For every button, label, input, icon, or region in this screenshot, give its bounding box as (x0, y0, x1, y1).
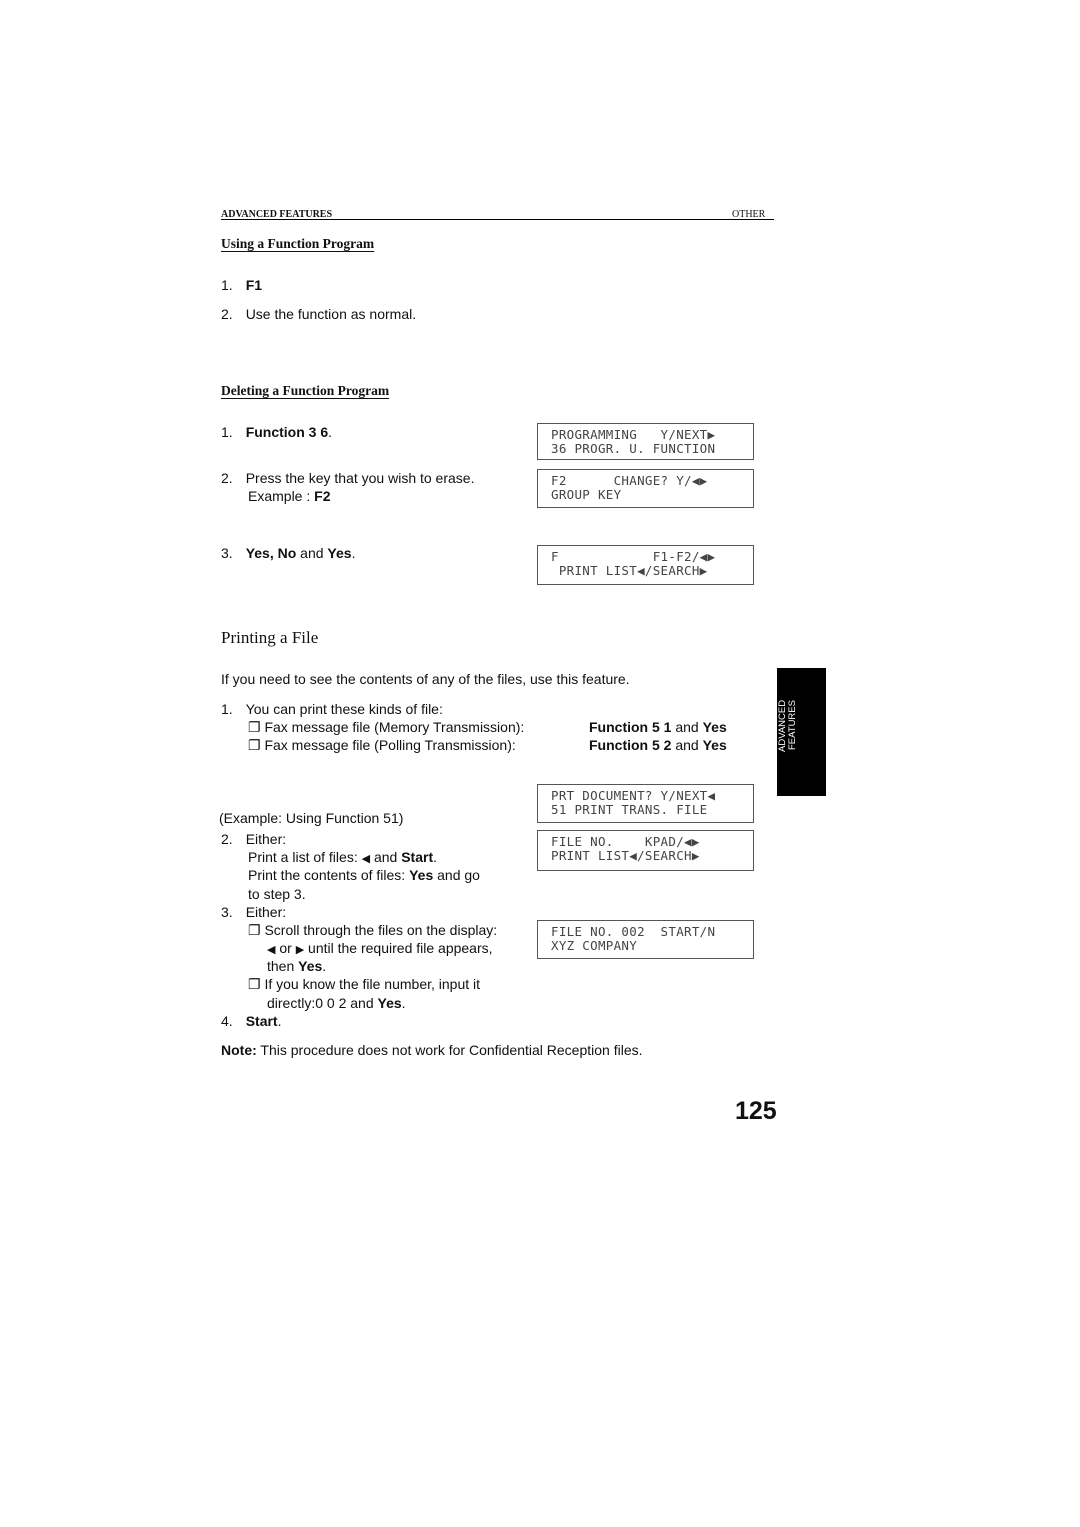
step-3-scroll: ❐ Scroll through the files on the displa… (248, 922, 498, 938)
deleting-step-2: 2. Press the key that you wish to erase. (221, 470, 475, 486)
step-2-print-list: Print a list of files: ◀ and Start. (248, 849, 437, 865)
step-3-direct: ❐ If you know the file number, input it (248, 976, 481, 992)
deleting-step-3: 3. Yes, No and Yes. (221, 545, 356, 561)
file-type-polling-keys: Function 5 2 and Yes (589, 737, 727, 753)
using-title: Using a Function Program (221, 236, 375, 251)
lcd-display: F2 CHANGE? Y/◀▶ GROUP KEY (537, 469, 754, 508)
header-chapter: OTHER (732, 209, 766, 220)
using-step-2: 2. Use the function as normal. (221, 306, 417, 322)
lcd-display: FILE NO. 002 START/N XYZ COMPANY (537, 920, 754, 959)
printing-step-4: 4. Start. (221, 1013, 282, 1029)
using-step-1: 1. F1 (221, 277, 263, 293)
step-2-continued: to step 3. (248, 886, 306, 902)
note: Note: This procedure does not work for C… (221, 1042, 643, 1058)
header-rule (221, 219, 774, 220)
printing-step-3: 3. Either: (221, 904, 287, 920)
printing-step-1: 1. You can print these kinds of file: (221, 701, 443, 717)
file-type-memory: ❐ Fax message file (Memory Transmission)… (248, 719, 525, 735)
step-3-scroll-cont: ◀ or ▶ until the required file appears, (267, 940, 493, 956)
lcd-display: F F1-F2/◀▶ PRINT LIST◀/SEARCH▶ (537, 545, 754, 585)
lcd-display: PROGRAMMING Y/NEXT▶ 36 PROGR. U. FUNCTIO… (537, 423, 754, 460)
file-type-memory-keys: Function 5 1 and Yes (589, 719, 727, 735)
file-type-polling: ❐ Fax message file (Polling Transmission… (248, 737, 516, 753)
deleting-title: Deleting a Function Program (221, 383, 390, 398)
step-3-scroll-end: then Yes. (267, 958, 327, 974)
printing-title: Printing a File (221, 628, 319, 647)
manual-page: ADVANCED FEATURES OTHER Using a Function… (0, 0, 1080, 1527)
lcd-display: PRT DOCUMENT? Y/NEXT◀ 51 PRINT TRANS. FI… (537, 784, 754, 823)
example-caption: (Example: Using Function 51) (219, 810, 404, 826)
step-2-print-contents: Print the contents of files: Yes and go (248, 867, 480, 883)
step-3-direct-cont: directly:0 0 2 and Yes. (267, 995, 406, 1011)
printing-intro: If you need to see the contents of any o… (221, 671, 630, 687)
deleting-step-2-example: Example : F2 (248, 488, 331, 504)
lcd-display: FILE NO. KPAD/◀▶ PRINT LIST◀/SEARCH▶ (537, 830, 754, 871)
chapter-tab-label: ADVANCED FEATURES (777, 700, 798, 753)
header-section: ADVANCED FEATURES (221, 209, 333, 220)
printing-step-2: 2. Either: (221, 831, 287, 847)
page-number: 125 (735, 1097, 777, 1125)
deleting-step-1: 1. Function 3 6. (221, 424, 333, 440)
